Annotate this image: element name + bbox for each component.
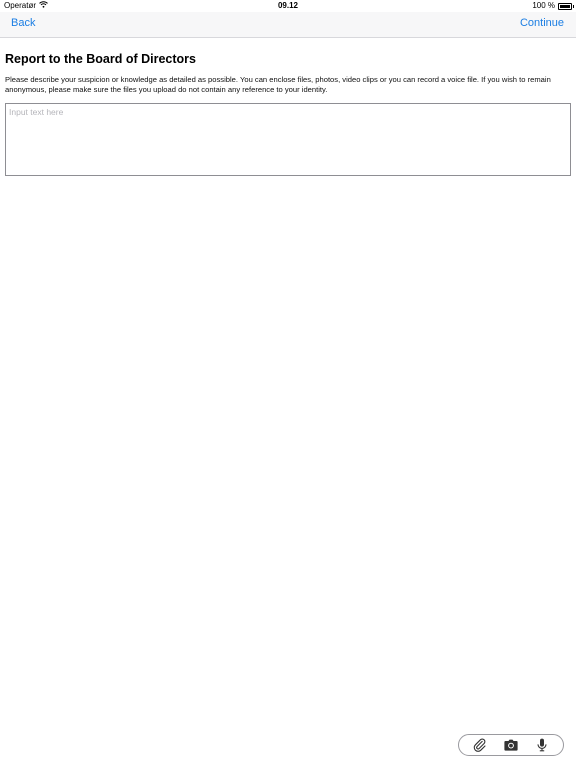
- continue-button[interactable]: Continue: [520, 17, 564, 29]
- description-text: Please describe your suspicion or knowle…: [5, 75, 551, 94]
- camera-icon: [504, 739, 518, 751]
- camera-button[interactable]: [502, 736, 520, 754]
- microphone-icon: [537, 738, 547, 752]
- attachment-toolbar: [458, 734, 564, 756]
- paperclip-icon: [474, 738, 486, 752]
- status-right: 100 %: [532, 0, 574, 12]
- record-voice-button[interactable]: [533, 736, 551, 754]
- attach-file-button[interactable]: [471, 736, 489, 754]
- battery-fill: [560, 4, 570, 8]
- navigation-bar: Back Continue: [0, 12, 576, 38]
- battery-tip: [573, 4, 574, 8]
- battery-percent: 100 %: [532, 1, 555, 10]
- back-button[interactable]: Back: [11, 17, 35, 29]
- page-title: Report to the Board of Directors: [5, 52, 196, 66]
- status-bar: Operatør 09.12 100 %: [0, 0, 576, 12]
- report-text-input[interactable]: [5, 103, 571, 176]
- battery-icon: [558, 2, 574, 10]
- clock: 09.12: [277, 1, 299, 10]
